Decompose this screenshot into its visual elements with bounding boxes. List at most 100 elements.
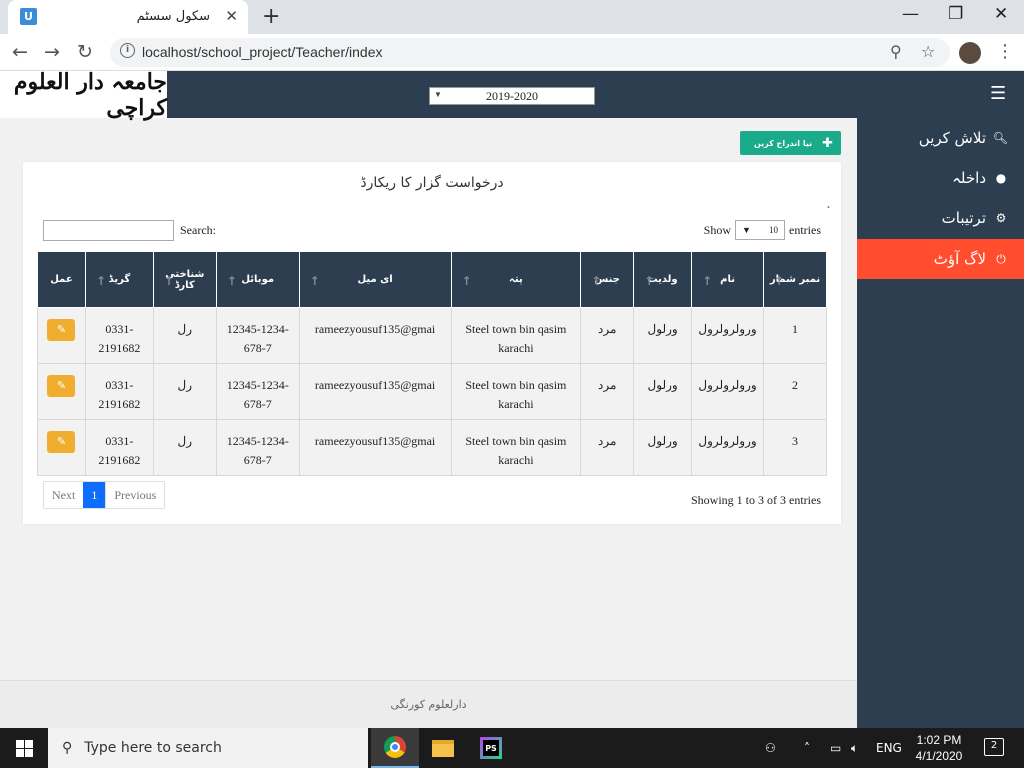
browser-tab[interactable]: U سکول سسٹم ✕	[8, 0, 248, 34]
edit-button[interactable]: ✎	[47, 375, 76, 397]
sort-icon: ↑	[644, 274, 655, 288]
sidebar-item-label: تلاش کریں	[918, 129, 986, 147]
chevron-down-icon: ▼	[742, 225, 751, 235]
start-button[interactable]	[0, 728, 48, 768]
zoom-icon[interactable]: ⚲	[890, 42, 902, 61]
sort-icon: ↑	[774, 274, 785, 288]
hamburger-menu-icon[interactable]: ☰	[990, 83, 1006, 104]
column-header-mobile[interactable]: موبائل ↑	[215, 251, 300, 308]
browser-toolbar: ← → ↻ i localhost/school_project/Teacher…	[0, 34, 1024, 71]
sidebar-item-logout[interactable]: ⏻ لاگ آؤٹ	[857, 239, 1024, 279]
user-icon: ●	[995, 171, 1007, 185]
action-cell: ✎	[37, 419, 86, 476]
pagination-next[interactable]: Next	[44, 482, 83, 508]
name-cell: ورولرولرول	[691, 363, 765, 420]
column-header-grade[interactable]: گریڈ ↑	[84, 251, 154, 308]
chrome-taskbar-app[interactable]	[371, 728, 419, 768]
mobile-cell: 12345-1234-678-7	[215, 307, 300, 364]
notification-center-icon[interactable]: 2	[984, 738, 1004, 756]
forward-arrow-icon[interactable]: →	[44, 41, 60, 63]
father-cell: ورلول	[633, 307, 693, 364]
chrome-icon	[384, 736, 406, 758]
father-cell: ورلول	[633, 363, 693, 420]
pagination-page-1[interactable]: 1	[83, 482, 106, 508]
table-info: Showing 1 to 3 of 3 entries	[691, 493, 821, 507]
column-header-father[interactable]: ولدیت ↑	[633, 251, 693, 308]
sort-icon: ↑	[461, 274, 472, 288]
url-text[interactable]: localhost/school_project/Teacher/index	[142, 44, 382, 60]
pagination-previous[interactable]: Previous	[105, 482, 164, 508]
edit-button[interactable]: ✎	[47, 319, 76, 341]
phpstorm-icon: PS	[480, 737, 502, 759]
search-input[interactable]	[43, 220, 174, 241]
entries-label: entries	[789, 222, 821, 237]
grade-cell: 0331-2191682	[84, 419, 154, 476]
sidebar-item-admission[interactable]: ● داخلہ	[857, 158, 1024, 198]
file-explorer-taskbar-app[interactable]	[419, 728, 467, 768]
site-info-icon[interactable]: i	[120, 43, 135, 58]
sort-icon: ↑	[309, 274, 320, 288]
father-cell: ورلول	[633, 419, 693, 476]
column-header-action[interactable]: عمل	[37, 251, 86, 308]
kebab-menu-icon[interactable]: ⋮	[996, 41, 1014, 62]
logo-text: جامعہ دار العلوم کراچی	[13, 68, 167, 121]
column-header-cnic[interactable]: شناختی کارڈ ↑	[152, 251, 217, 308]
page-length-select[interactable]: ▼ 10	[735, 220, 785, 240]
reload-icon[interactable]: ↻	[77, 41, 93, 63]
edit-button[interactable]: ✎	[47, 431, 76, 453]
tray-chevron-up-icon[interactable]: ˄	[804, 728, 810, 768]
minimize-icon[interactable]: —	[902, 4, 919, 24]
back-arrow-icon[interactable]: ←	[12, 41, 28, 63]
add-record-button[interactable]: ✚ نیا اندراج کریں	[740, 131, 841, 155]
page-title: درخواست گزار کا ریکارڈ	[360, 175, 504, 191]
search-icon: 🔍︎	[992, 131, 1008, 145]
gender-cell: مرد	[580, 307, 635, 364]
cnic-cell: رل	[152, 307, 217, 364]
profile-avatar[interactable]	[959, 42, 981, 64]
table-row: ✎ 0331-2191682 رل 12345-1234-678-7 ramee…	[37, 307, 827, 364]
sort-icon: ↑	[163, 274, 174, 288]
taskbar-search-placeholder: Type here to search	[84, 740, 222, 756]
clock-time: 1:02 PM	[916, 733, 962, 747]
page-length-control: Show ▼ 10 entries	[704, 220, 821, 240]
taskbar-search[interactable]: ⚲ Type here to search	[48, 728, 368, 768]
email-cell: rameezyousuf135@gmai	[298, 363, 452, 420]
footer-text: دارلعلوم کورنگی	[390, 698, 467, 711]
phpstorm-taskbar-app[interactable]: PS	[467, 728, 515, 768]
address-bar[interactable]: i localhost/school_project/Teacher/index…	[110, 38, 950, 67]
mobile-cell: 12345-1234-678-7	[215, 363, 300, 420]
tab-close-icon[interactable]: ✕	[225, 7, 238, 25]
page-length-value: 10	[769, 225, 778, 235]
column-header-gender[interactable]: جنس ↑	[580, 251, 635, 308]
volume-icon[interactable]: 🔈︎	[851, 728, 858, 768]
people-icon[interactable]: ⚇	[765, 728, 776, 768]
network-icon[interactable]: ▭	[830, 728, 841, 768]
add-record-label: نیا اندراج کریں	[753, 138, 813, 148]
grade-cell: 0331-2191682	[84, 307, 154, 364]
serial-cell: 2	[763, 363, 827, 420]
language-indicator[interactable]: ENG	[876, 728, 902, 768]
column-header-name[interactable]: نام ↑	[691, 251, 765, 308]
cnic-cell: رل	[152, 419, 217, 476]
star-icon[interactable]: ☆	[921, 42, 935, 61]
search-icon: ⚲	[62, 740, 73, 756]
footer: دارلعلوم کورنگی	[0, 680, 857, 728]
session-select-value: 2019-2020	[486, 89, 538, 103]
sidebar-item-search[interactable]: 🔍︎ تلاش کریں	[857, 118, 1024, 158]
restore-icon[interactable]: ❐	[948, 4, 963, 24]
name-cell: ورولرولرول	[691, 307, 765, 364]
address-cell: Steel town bin qasim karachi	[450, 363, 582, 420]
sidebar-item-label: داخلہ	[952, 169, 986, 187]
records-card: درخواست گزار کا ریکارڈ ٔ Show ▼ 10 entri…	[23, 162, 841, 524]
os-taskbar: ⚲ Type here to search PS ⚇ ˄ ▭ 🔈︎ ENG 1:…	[0, 728, 1024, 768]
logo[interactable]: جامعہ دار العلوم کراچی	[0, 68, 167, 121]
column-header-serial[interactable]: نمبر شمار ↑	[763, 251, 827, 308]
column-header-email[interactable]: ای میل ↑	[298, 251, 452, 308]
notification-count: 2	[990, 740, 998, 751]
sidebar-item-settings[interactable]: ⚙ ترتیبات	[857, 198, 1024, 238]
window-close-icon[interactable]: ✕	[994, 4, 1008, 24]
clock[interactable]: 1:02 PM 4/1/2020	[905, 732, 973, 764]
session-select[interactable]: ▼ 2019-2020	[429, 87, 595, 105]
column-header-address[interactable]: پتہ ↑	[450, 251, 582, 308]
new-tab-icon[interactable]: +	[262, 4, 280, 29]
